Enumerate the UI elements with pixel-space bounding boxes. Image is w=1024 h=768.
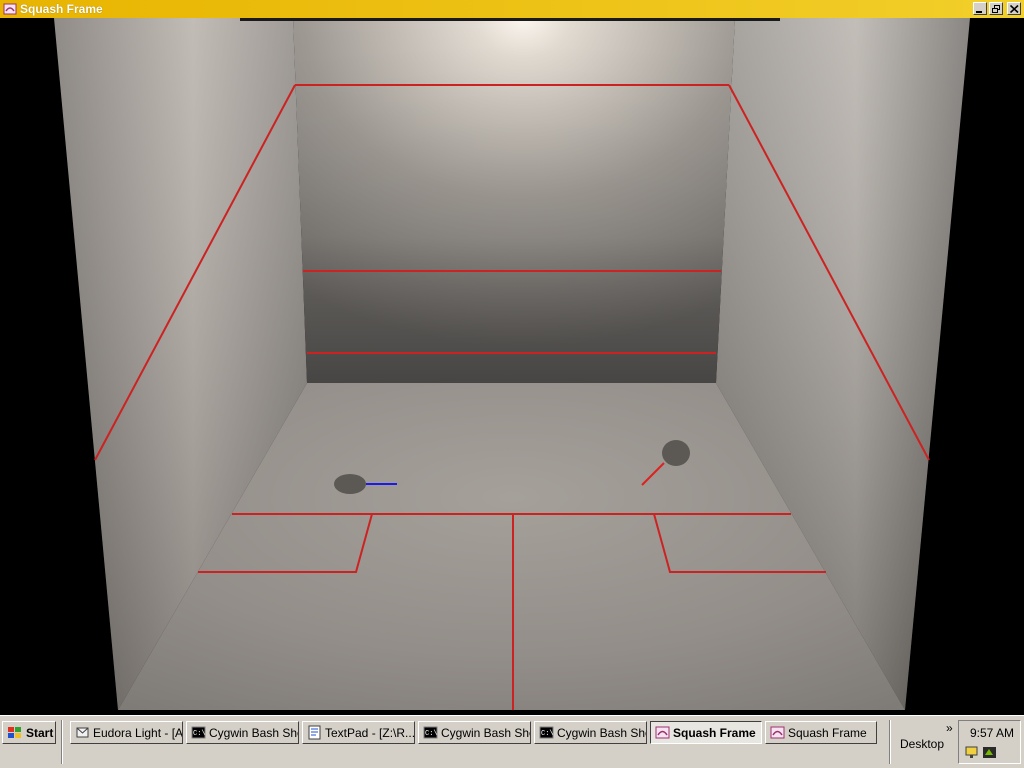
- squash-court: [54, 18, 970, 710]
- minimize-button[interactable]: [973, 2, 987, 15]
- task-squash-frame[interactable]: Squash Frame: [765, 721, 877, 744]
- task-cygwin-2[interactable]: C:\ Cygwin Bash Shell: [418, 721, 531, 744]
- svg-text:C:\: C:\: [425, 730, 438, 738]
- java-icon: [770, 726, 785, 739]
- task-label: Squash Frame: [673, 726, 756, 740]
- taskbar-separator: [889, 720, 891, 764]
- system-tray: 9:57 AM: [958, 720, 1021, 764]
- task-eudora[interactable]: Eudora Light - [A...: [70, 721, 183, 744]
- console-icon: C:\: [539, 726, 554, 739]
- task-label: Cygwin Bash Shell: [441, 726, 530, 740]
- svg-text:C:\: C:\: [541, 730, 554, 738]
- task-label: Squash Frame: [788, 726, 867, 740]
- clock[interactable]: 9:57 AM: [970, 726, 1014, 740]
- windows-logo-icon: [8, 727, 21, 738]
- task-label: Cygwin Bash Shell: [209, 726, 298, 740]
- title-bar[interactable]: Squash Frame: [0, 0, 1024, 18]
- nvidia-icon[interactable]: [982, 746, 997, 759]
- close-button[interactable]: [1007, 2, 1021, 15]
- restore-button[interactable]: [989, 2, 1003, 15]
- task-cygwin-3[interactable]: C:\ Cygwin Bash Shell: [534, 721, 647, 744]
- display-settings-icon[interactable]: [965, 746, 980, 759]
- java-icon: [655, 726, 670, 739]
- close-icon: [1010, 5, 1019, 13]
- eudora-icon: [76, 727, 89, 738]
- textpad-icon: [308, 725, 321, 740]
- taskbar-separator: [61, 720, 63, 764]
- desktop-toolbar-label[interactable]: Desktop: [900, 737, 944, 751]
- task-textpad[interactable]: TextPad - [Z:\R...: [302, 721, 415, 744]
- restore-icon: [992, 5, 1000, 13]
- taskbar: Start Eudora Light - [A... C:\ Cygwin Ba…: [0, 715, 1024, 768]
- task-squash-frame-active[interactable]: Squash Frame: [650, 721, 762, 744]
- task-label: TextPad - [Z:\R...: [325, 726, 415, 740]
- window-title: Squash Frame: [20, 2, 103, 16]
- start-button[interactable]: Start: [2, 721, 56, 744]
- task-label: Eudora Light - [A...: [93, 726, 183, 740]
- toolbar-chevron-icon[interactable]: »: [946, 721, 953, 735]
- task-cygwin-1[interactable]: C:\ Cygwin Bash Shell: [186, 721, 299, 744]
- console-icon: C:\: [191, 726, 206, 739]
- java-icon: [3, 3, 17, 15]
- svg-text:C:\: C:\: [193, 730, 206, 738]
- task-label: Cygwin Bash Shell: [557, 726, 646, 740]
- court-viewport[interactable]: [0, 18, 1024, 715]
- console-icon: C:\: [423, 726, 438, 739]
- start-label: Start: [26, 726, 54, 740]
- minimize-icon: [976, 11, 982, 13]
